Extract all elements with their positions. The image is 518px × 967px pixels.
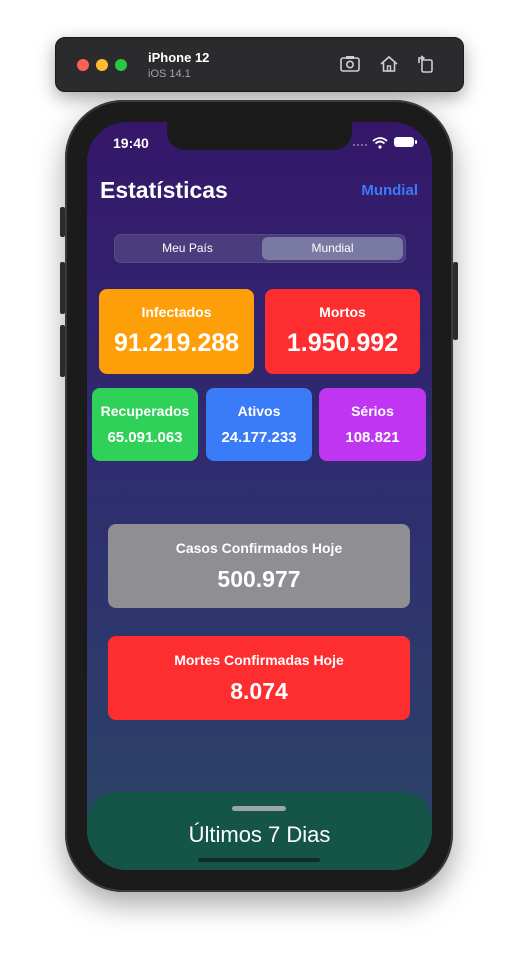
rotate-icon[interactable] — [415, 54, 437, 74]
status-time: 19:40 — [113, 135, 149, 151]
serious-value: 108.821 — [345, 429, 400, 446]
sheet-title: Últimos 7 Dias — [188, 822, 331, 847]
region-segmented-control: Meu País Mundial — [114, 234, 406, 263]
today-deaths-card: Mortes Confirmadas Hoje 8.074 — [108, 636, 410, 720]
deaths-label: Mortos — [319, 304, 366, 320]
region-link-button[interactable]: Mundial — [361, 182, 418, 199]
last-7-days-sheet[interactable]: Últimos 7 Dias — [87, 792, 432, 870]
simulator-toolbar: iPhone 12 iOS 14.1 — [55, 37, 464, 92]
app-screen: 19:40 Estatísticas Mundial Meu País Mund… — [87, 122, 432, 870]
screenshot-icon[interactable] — [339, 54, 361, 74]
home-indicator[interactable] — [198, 858, 320, 862]
close-window-button[interactable] — [77, 59, 89, 71]
today-deaths-label: Mortes Confirmadas Hoje — [174, 652, 344, 668]
recovered-value: 65.091.063 — [107, 429, 183, 446]
active-label: Ativos — [237, 403, 281, 419]
active-card: Ativos 24.177.233 — [206, 388, 312, 461]
segment-my-country[interactable]: Meu País — [115, 235, 260, 262]
today-cases-card: Casos Confirmados Hoje 500.977 — [108, 524, 410, 608]
notch — [167, 122, 352, 150]
infected-label: Infectados — [141, 304, 212, 320]
zoom-window-button[interactable] — [115, 59, 127, 71]
serious-label: Sérios — [351, 403, 394, 419]
recovered-label: Recuperados — [100, 403, 190, 419]
volume-up-button — [60, 262, 65, 314]
minimize-window-button[interactable] — [96, 59, 108, 71]
today-cases-value: 500.977 — [217, 566, 301, 592]
home-icon[interactable] — [378, 54, 400, 74]
volume-down-button — [60, 325, 65, 377]
battery-icon — [394, 137, 417, 147]
today-deaths-value: 8.074 — [230, 678, 288, 704]
recovered-card: Recuperados 65.091.063 — [92, 388, 198, 461]
deaths-card: Mortos 1.950.992 — [265, 289, 420, 374]
infected-value: 91.219.288 — [113, 329, 240, 357]
today-cases-label: Casos Confirmados Hoje — [175, 540, 343, 556]
device-name: iPhone 12 — [148, 50, 210, 65]
segment-world[interactable]: Mundial — [262, 237, 403, 260]
wifi-icon — [372, 136, 388, 149]
serious-card: Sérios 108.821 — [319, 388, 426, 461]
power-button — [453, 262, 458, 340]
mute-switch — [60, 207, 65, 237]
sheet-grabber-handle[interactable] — [232, 806, 286, 811]
infected-card: Infectados 91.219.288 — [99, 289, 254, 374]
os-version: iOS 14.1 — [148, 68, 191, 80]
page-title: Estatísticas — [100, 177, 228, 203]
active-value: 24.177.233 — [221, 429, 297, 446]
cellular-signal-icon — [353, 142, 369, 146]
deaths-value: 1.950.992 — [286, 329, 399, 357]
